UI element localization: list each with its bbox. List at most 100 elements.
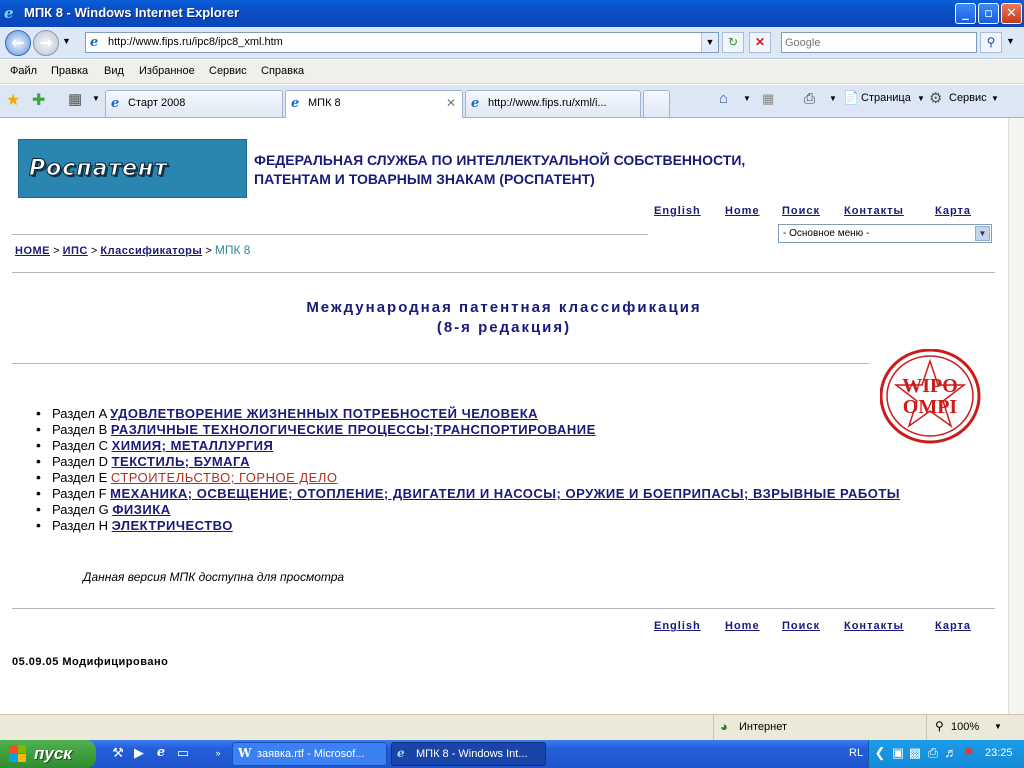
menu-favorites[interactable]: Избранное [139, 65, 195, 77]
modified-date: 05.09.05 Модифицировано [12, 656, 169, 668]
home-dropdown-icon[interactable]: ▼ [743, 94, 751, 103]
footer-link-sitemap[interactable]: Карта [935, 620, 971, 632]
forward-button[interactable]: → [33, 30, 59, 56]
agency-title-line1: ФЕДЕРАЛЬНАЯ СЛУЖБА ПО ИНТЕЛЛЕКТУАЛЬНОЙ С… [254, 152, 746, 168]
link-home[interactable]: Home [725, 205, 760, 217]
search-options-icon[interactable]: ▼ [1006, 36, 1015, 46]
menu-view[interactable]: Вид [104, 65, 124, 77]
section-link-c[interactable]: ХИМИЯ; МЕТАЛЛУРГИЯ [112, 438, 274, 453]
footer-link-english[interactable]: English [654, 620, 701, 632]
close-button[interactable]: ✕ [1001, 3, 1022, 24]
search-icon[interactable]: ⚲ [980, 32, 1002, 53]
print-dropdown-icon[interactable]: ▼ [829, 94, 837, 103]
breadcrumb: HOME > ИПС > Классификаторы > МПК 8 [15, 243, 250, 257]
tools-dropdown-icon[interactable]: ▼ [991, 94, 999, 103]
zoom-control[interactable]: ⚲ 100% ▼ [926, 715, 1008, 740]
address-dropdown-icon[interactable]: ▼ [701, 33, 718, 52]
ie-logo-icon: e [4, 4, 14, 22]
show-desktop-icon[interactable]: ▭ [175, 745, 191, 761]
zoom-dropdown-icon[interactable]: ▼ [994, 722, 1002, 731]
quicklaunch-expand-icon[interactable]: » [210, 745, 226, 761]
link-search[interactable]: Поиск [782, 205, 820, 217]
page-menu-dropdown-icon[interactable]: ▼ [917, 94, 925, 103]
tab-start-2008[interactable]: e Старт 2008 [105, 90, 283, 117]
link-sitemap[interactable]: Карта [935, 205, 971, 217]
section-prefix: Раздел E [52, 470, 108, 485]
tab-list-dropdown-icon[interactable]: ▼ [92, 94, 100, 103]
chevron-down-icon[interactable]: ▼ [975, 226, 990, 241]
breadcrumb-current: МПК 8 [214, 243, 251, 257]
section-prefix: Раздел D [52, 454, 108, 469]
section-link-e[interactable]: СТРОИТЕЛЬСТВО; ГОРНОЕ ДЕЛО [111, 470, 338, 485]
section-link-h[interactable]: ЭЛЕКТРИЧЕСТВО [112, 518, 233, 533]
breadcrumb-ips[interactable]: ИПС [63, 245, 88, 257]
tools-menu-button[interactable]: Сервис [949, 92, 987, 104]
logo-text: Роспатент [29, 156, 168, 182]
list-item: Раздел D ТЕКСТИЛЬ; БУМАГА [36, 453, 900, 470]
ie-quicklaunch-icon[interactable]: e [153, 745, 169, 761]
section-prefix: Раздел B [52, 422, 108, 437]
search-input[interactable] [782, 33, 972, 52]
footer-link-contacts[interactable]: Контакты [844, 620, 904, 632]
add-favorites-icon[interactable]: ✚ [32, 90, 45, 110]
page-menu-button[interactable]: Страница [861, 92, 911, 104]
maximize-button[interactable]: ▫ [978, 3, 999, 24]
breadcrumb-classifiers[interactable]: Классификаторы [100, 245, 202, 257]
section-link-d[interactable]: ТЕКСТИЛЬ; БУМАГА [112, 454, 250, 469]
search-box[interactable] [781, 32, 977, 53]
back-button[interactable]: ← [5, 30, 31, 56]
link-contacts[interactable]: Контакты [844, 205, 904, 217]
footer-link-home[interactable]: Home [725, 620, 760, 632]
new-tab-button[interactable] [643, 90, 670, 117]
clock[interactable]: 23:25 [985, 747, 1013, 759]
menu-tools[interactable]: Сервис [209, 65, 247, 77]
task-word-document[interactable]: W заявка.rtf - Microsof... [232, 742, 387, 766]
footer-link-search[interactable]: Поиск [782, 620, 820, 632]
ie-task-icon: e [397, 746, 405, 760]
menu-file[interactable]: Файл [10, 65, 37, 77]
media-player-icon[interactable]: ▶ [131, 745, 147, 761]
stop-icon[interactable]: ✕ [749, 32, 771, 53]
tray-expand-icon[interactable]: ❮ [872, 745, 888, 761]
safely-remove-icon[interactable]: ▩ [907, 745, 923, 761]
menu-help[interactable]: Справка [261, 65, 304, 77]
tab-mpk8[interactable]: e МПК 8 ✕ [285, 90, 463, 119]
task-ie-window[interactable]: e МПК 8 - Windows Int... [391, 742, 546, 766]
task-label: МПК 8 - Windows Int... [416, 748, 528, 760]
start-button[interactable]: пуск [0, 740, 96, 768]
feeds-icon[interactable]: ▦ [762, 91, 774, 107]
menu-edit[interactable]: Правка [51, 65, 88, 77]
flag-tray-icon[interactable]: ⚑ [961, 745, 977, 761]
language-indicator[interactable]: RL [849, 747, 863, 759]
status-zone-label: Интернет [739, 721, 787, 733]
volume-icon[interactable]: ♬ [943, 745, 959, 761]
quick-tabs-icon[interactable]: ▦ [68, 90, 82, 108]
favorites-star-icon[interactable]: ★ [6, 90, 20, 110]
link-english[interactable]: English [654, 205, 701, 217]
vertical-scrollbar[interactable] [1008, 118, 1024, 714]
history-dropdown-icon[interactable]: ▼ [62, 36, 71, 46]
breadcrumb-separator: > [53, 245, 60, 257]
address-input[interactable]: e http://www.fips.ru/ipc8/ipc8_xml.htm ▼ [85, 32, 719, 53]
network-icon[interactable]: ▣ [890, 745, 906, 761]
section-link-b[interactable]: РАЗЛИЧНЫЕ ТЕХНОЛОГИЧЕСКИЕ ПРОЦЕССЫ;ТРАНС… [111, 422, 596, 437]
breadcrumb-home[interactable]: HOME [15, 245, 50, 257]
section-link-f[interactable]: МЕХАНИКА; ОСВЕЩЕНИЕ; ОТОПЛЕНИЕ; ДВИГАТЕЛ… [110, 486, 900, 501]
tab-fips-xml[interactable]: e http://www.fips.ru/xml/i... [465, 90, 641, 117]
tab-close-icon[interactable]: ✕ [446, 96, 456, 110]
quicklaunch-tool-icon[interactable]: ⚒ [110, 745, 126, 761]
section-prefix: Раздел A [52, 406, 107, 421]
home-icon[interactable]: ⌂ [719, 90, 728, 107]
main-menu-select[interactable]: - Основное меню - ▼ [778, 224, 992, 243]
section-link-a[interactable]: УДОВЛЕТВОРЕНИЕ ЖИЗНЕННЫХ ПОТРЕБНОСТЕЙ ЧЕ… [110, 406, 538, 421]
list-item: Раздел G ФИЗИКА [36, 501, 900, 518]
task-label: заявка.rtf - Microsof... [257, 748, 365, 760]
minimize-button[interactable]: _ [955, 3, 976, 24]
rospatent-logo[interactable]: Роспатент [18, 139, 247, 198]
printer-tray-icon[interactable]: ⎙ [925, 745, 941, 761]
address-url[interactable]: http://www.fips.ru/ipc8/ipc8_xml.htm [108, 36, 283, 48]
section-link-g[interactable]: ФИЗИКА [112, 502, 170, 517]
print-icon[interactable]: ⎙ [804, 90, 815, 107]
section-prefix: Раздел F [52, 486, 107, 501]
refresh-icon[interactable]: ↻ [722, 32, 744, 53]
